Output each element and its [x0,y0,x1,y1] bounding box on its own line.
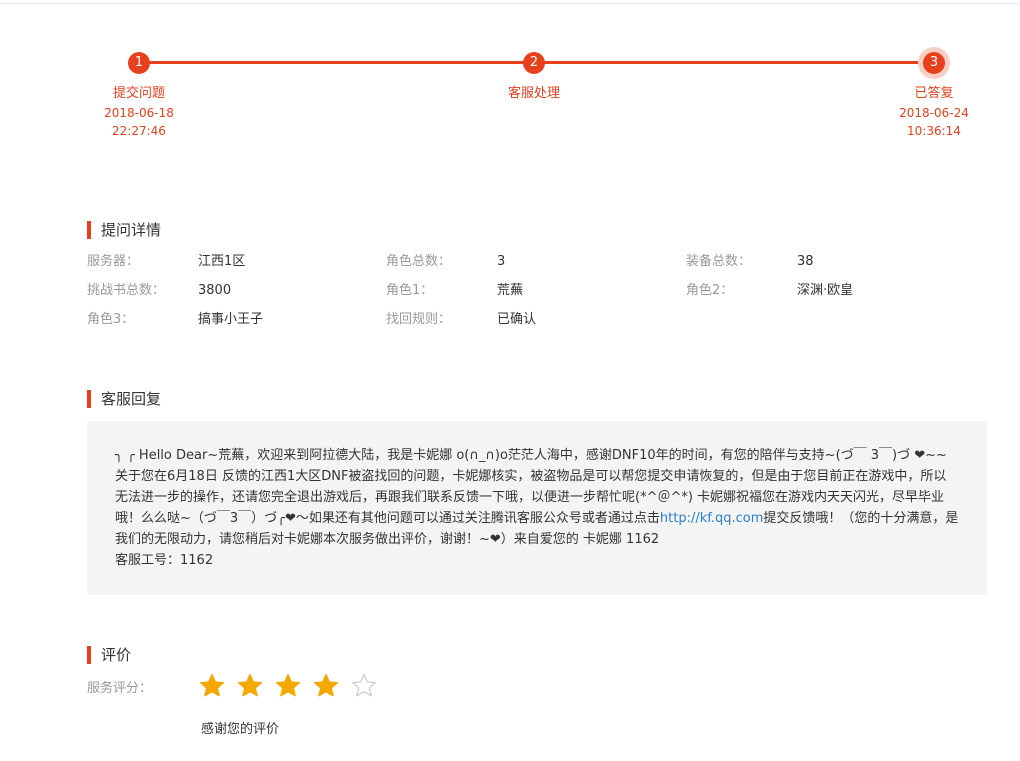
star-empty-icon[interactable] [351,673,389,703]
role-count-key: 角色总数： [386,254,452,269]
step-number: 2 [523,52,545,74]
role2-key: 角色2： [686,283,734,298]
role3-key: 角色3： [87,312,135,327]
step-number: 1 [128,52,150,74]
star-filled-icon[interactable] [313,673,351,703]
role3-value: 搞事小王子 [198,312,264,327]
details-section-title: 提问详情 [87,221,161,239]
star-filled-icon[interactable] [199,673,237,703]
step-label: 提交问题 [112,86,165,101]
star-rating[interactable] [199,673,389,703]
details-row: 挑战书总数： 3800 角色1： 荒蕪 角色2： 深渊·欧皇 [87,281,987,301]
step-number: 3 [923,52,945,74]
rating-section-title: 评价 [87,646,131,664]
progress-tracker: 1 提交问题 2018-06-18 22:27:46 2 客服处理 3 已答复 … [0,0,1020,150]
challenge-count-key: 挑战书总数： [87,283,166,298]
reply-section-title: 客服回复 [87,390,161,408]
step-label: 客服处理 [507,86,560,101]
step-processing: 2 客服处理 [474,52,594,102]
recovery-rule-key: 找回规则： [386,312,452,327]
reply-message: ╮ ╭ Hello Dear~荒蕪，欢迎来到阿拉德大陆，我是卡妮娜 o(∩_∩)… [87,421,987,595]
rating-note: 感谢您的评价 [201,722,280,737]
step-time: 10:36:14 [907,124,961,138]
details-row: 服务器： 江西1区 角色总数： 3 装备总数： 38 [87,252,987,272]
equip-count-key: 装备总数： [686,254,752,269]
step-submitted: 1 提交问题 2018-06-18 22:27:46 [79,52,199,140]
server-key: 服务器： [87,254,140,269]
role1-value: 荒蕪 [497,283,524,298]
rating-label: 服务评分： [87,681,153,696]
kf-link[interactable]: http://kf.qq.com [660,511,764,526]
equip-count-value: 38 [797,254,814,269]
role-count-value: 3 [497,254,506,269]
step-date: 2018-06-24 [899,106,969,120]
recovery-rule-value: 已确认 [497,312,537,327]
server-value: 江西1区 [198,254,246,269]
star-filled-icon[interactable] [237,673,275,703]
step-answered: 3 已答复 2018-06-24 10:36:14 [874,52,994,140]
reply-text: ╮ ╭ Hello Dear~荒蕪，欢迎来到阿拉德大陆，我是卡妮娜 o(∩_∩)… [115,445,959,550]
details-row: 角色3： 搞事小王子 找回规则： 已确认 [87,310,987,330]
star-filled-icon[interactable] [275,673,313,703]
step-label: 已答复 [914,86,954,101]
step-date: 2018-06-18 [104,106,174,120]
step-time: 22:27:46 [112,124,166,138]
staff-id: 客服工号：1162 [115,553,214,568]
role1-key: 角色1： [386,283,434,298]
role2-value: 深渊·欧皇 [797,283,854,298]
challenge-count-value: 3800 [198,283,232,298]
